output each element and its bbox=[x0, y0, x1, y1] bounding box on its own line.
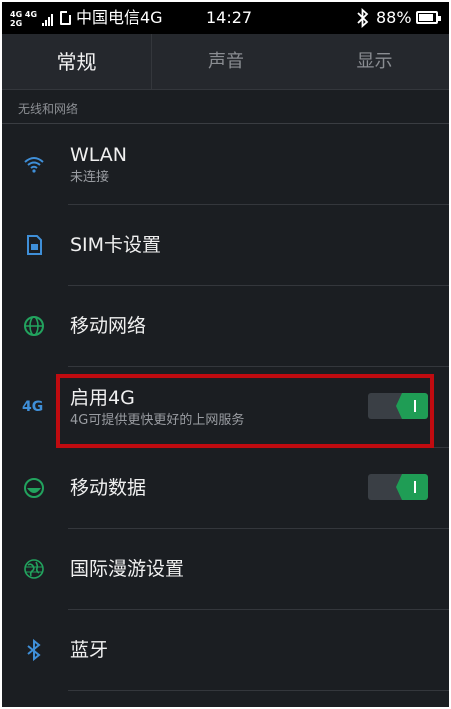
carrier-name: 中国电信4G bbox=[76, 8, 163, 27]
wlan-status: 未连接 bbox=[70, 170, 110, 185]
row-divider bbox=[68, 690, 449, 691]
sim-status-icon bbox=[60, 11, 71, 25]
wifi-icon bbox=[24, 157, 44, 173]
tab-general[interactable]: 常规 bbox=[2, 34, 151, 90]
bluetooth-status-icon bbox=[357, 8, 369, 28]
mobile-data-icon bbox=[24, 478, 44, 498]
toggle-knob bbox=[396, 474, 428, 500]
network-type-top: 4G 4G bbox=[10, 10, 38, 19]
network-indicator: 4G 4G 2G bbox=[10, 10, 54, 28]
settings-item-wlan[interactable]: WLAN 未连接 bbox=[2, 124, 449, 205]
tab-display[interactable]: 显示 bbox=[300, 34, 449, 90]
settings-item-bluetooth[interactable]: 蓝牙 bbox=[2, 610, 449, 691]
settings-item-mobile-network[interactable]: 移动网络 bbox=[2, 286, 449, 367]
mobile-network-title: 移动网络 bbox=[70, 315, 147, 337]
mobile-data-title: 移动数据 bbox=[70, 477, 147, 499]
sim-card-icon bbox=[27, 235, 42, 255]
sim-title: SIM卡设置 bbox=[70, 234, 162, 256]
signal-icon bbox=[42, 14, 56, 26]
mobile-data-toggle[interactable] bbox=[368, 474, 428, 500]
network-type-bottom: 2G bbox=[10, 19, 23, 28]
battery-icon bbox=[416, 11, 441, 24]
highlight-box bbox=[56, 374, 434, 448]
settings-item-sim[interactable]: SIM卡设置 bbox=[2, 205, 449, 286]
section-header-wireless: 无线和网络 bbox=[18, 102, 79, 116]
settings-tabs: 常规 声音 显示 bbox=[2, 34, 449, 90]
battery-percent: 88% bbox=[376, 8, 412, 27]
globe-icon bbox=[24, 316, 44, 336]
4g-icon: 4G bbox=[22, 399, 44, 415]
bluetooth-icon bbox=[27, 638, 41, 662]
settings-item-roaming[interactable]: 国际漫游设置 bbox=[2, 529, 449, 610]
wlan-title: WLAN bbox=[70, 144, 128, 166]
status-bar: 4G 4G 2G 中国电信4G 14:27 88% bbox=[2, 2, 449, 34]
settings-item-mobile-data[interactable]: 移动数据 bbox=[2, 448, 449, 529]
phone-screen: 4G 4G 2G 中国电信4G 14:27 88% 常规 声音 显示 无线和网络… bbox=[2, 2, 449, 707]
tab-sound[interactable]: 声音 bbox=[151, 34, 300, 90]
bluetooth-title: 蓝牙 bbox=[70, 639, 109, 661]
status-time: 14:27 bbox=[206, 8, 253, 27]
roaming-globe-icon bbox=[24, 559, 44, 579]
roaming-title: 国际漫游设置 bbox=[70, 558, 185, 580]
